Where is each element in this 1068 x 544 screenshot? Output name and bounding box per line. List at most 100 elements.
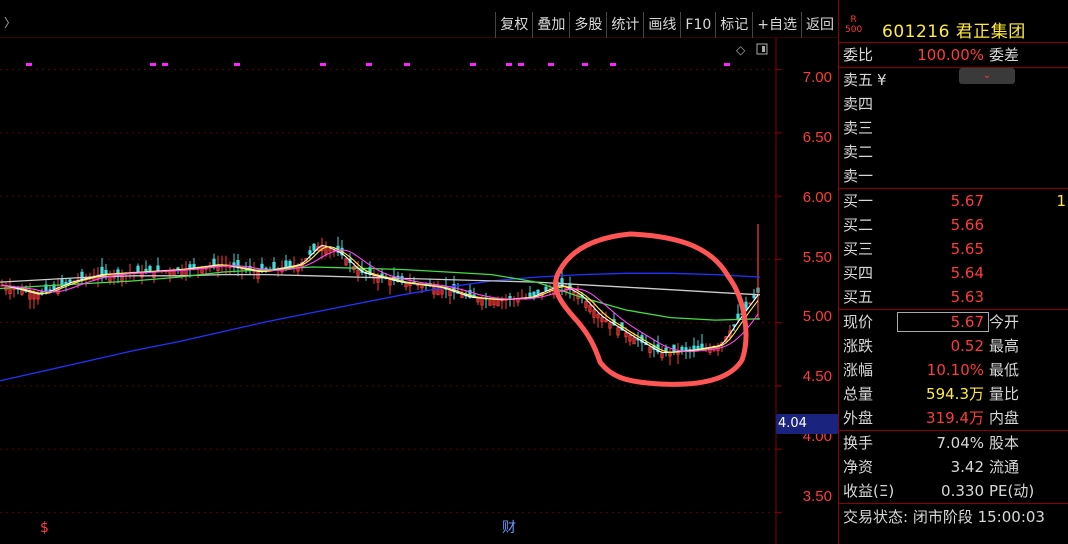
- signal-marker: [470, 63, 476, 66]
- buy-level-row[interactable]: 买五 5.63: [839, 285, 1068, 309]
- stat-value: 0.52: [950, 337, 984, 355]
- back-button[interactable]: 返回: [801, 12, 838, 38]
- candle-body: [188, 264, 192, 269]
- y-tick-label: 3.50: [803, 488, 832, 505]
- trading-status: 交易状态: 闭市阶段 15:00:03: [839, 503, 1068, 529]
- signal-marker: [234, 63, 240, 66]
- dividend-marker[interactable]: $: [40, 520, 49, 536]
- buy-volume: 1: [1056, 192, 1066, 210]
- sell-label: 卖二: [843, 143, 874, 161]
- fundamental-info: 换手 7.04% 股本 净资 3.42 流通 收益(Ξ) 0.330 PE(动): [839, 431, 1068, 503]
- f10-button[interactable]: F10: [680, 12, 715, 38]
- candle-body: [100, 266, 104, 275]
- stat-row-current-price: 现价 5.67 今开: [839, 310, 1068, 334]
- info-row-turnover: 换手 7.04% 股本: [839, 431, 1068, 455]
- signal-markers: [26, 63, 730, 66]
- stat-label: 外盘: [843, 409, 874, 427]
- signal-marker: [150, 63, 156, 66]
- annotation-circle: [553, 231, 749, 387]
- candle-body: [156, 265, 160, 272]
- stat-value: 10.10%: [926, 361, 984, 379]
- info-label: 换手: [843, 434, 874, 452]
- quote-panel: R 500 601216 君正集团 委比 100.00% 委差 ⌄ 卖五 ¥ 卖…: [838, 0, 1068, 544]
- ratio-value: 100.00%: [917, 46, 984, 64]
- mark-button[interactable]: 标记: [715, 12, 752, 38]
- signal-marker: [506, 63, 512, 66]
- stock-title[interactable]: 601216 君正集团: [882, 17, 1026, 42]
- info-label: 收益(Ξ): [843, 482, 895, 500]
- stat-value: 5.67: [950, 313, 984, 331]
- statistics-button[interactable]: 统计: [606, 12, 643, 38]
- price-stats: 现价 5.67 今开 涨跌 0.52 最高 涨幅 10.10% 最低 总量 59…: [839, 310, 1068, 431]
- stat-label2: 最高: [989, 337, 1020, 355]
- buy-label: 买三: [843, 240, 874, 258]
- y-tick-label: 5.50: [803, 249, 832, 266]
- stat-label: 涨幅: [843, 361, 874, 379]
- candle-body: [528, 292, 532, 298]
- overlay-button[interactable]: 叠加: [532, 12, 569, 38]
- chart-grid: [0, 69, 782, 513]
- buy-level-row[interactable]: 买二 5.66: [839, 213, 1068, 237]
- sell-level-row: 卖四: [839, 92, 1068, 116]
- candle-body: [312, 243, 316, 251]
- buy-level-row[interactable]: 买三 5.65: [839, 237, 1068, 261]
- kline-chart-panel[interactable]: 7.00 6.50 6.00 5.50 5.00 4.50 4.00 3.50 …: [0, 38, 838, 544]
- sell-level-row: 卖一: [839, 164, 1068, 188]
- info-label2: 股本: [989, 434, 1020, 452]
- sell-label: 卖三: [843, 119, 874, 137]
- stat-value: 319.4万: [926, 409, 984, 427]
- candle-body: [68, 279, 72, 283]
- order-ratio-row: 委比 100.00% 委差: [839, 43, 1068, 68]
- info-value: 3.42: [950, 458, 984, 476]
- sell-label: 卖四: [843, 95, 874, 113]
- signal-marker: [366, 63, 372, 66]
- margin-badge: R 500: [845, 15, 862, 35]
- sell-level-row: 卖五 ¥: [839, 68, 1068, 92]
- candle-body: [104, 270, 108, 275]
- candle-body: [752, 295, 756, 299]
- candle-body: [284, 260, 288, 268]
- info-label: 净资: [843, 458, 874, 476]
- candle-body: [684, 347, 688, 352]
- buy-label: 买一: [843, 192, 874, 210]
- signal-marker: [26, 63, 32, 66]
- candle-body: [64, 281, 68, 285]
- cursor-price-tag: 4.04: [776, 414, 838, 434]
- sell-level-row: 卖三: [839, 116, 1068, 140]
- buy-level-row[interactable]: 买一 5.67 1: [839, 189, 1068, 213]
- draw-line-button[interactable]: 画线: [643, 12, 680, 38]
- candle-body: [532, 291, 536, 297]
- signal-marker: [610, 63, 616, 66]
- candle-body: [544, 286, 548, 291]
- candle-body: [692, 345, 696, 351]
- candle-body: [148, 265, 152, 272]
- y-tick-label: 4.50: [803, 368, 832, 385]
- stat-label: 涨跌: [843, 337, 874, 355]
- buy-label: 买五: [843, 288, 874, 306]
- moving-average-lines: [0, 245, 761, 382]
- ratio-label: 委比: [843, 46, 874, 64]
- buy-level-row[interactable]: 买四 5.64: [839, 261, 1068, 285]
- fuquan-button[interactable]: 复权: [495, 12, 532, 38]
- buy-price: 5.64: [950, 264, 984, 282]
- badge-letter: R: [850, 15, 857, 25]
- candle-body: [288, 260, 292, 267]
- kline-chart[interactable]: 7.00 6.50 6.00 5.50 5.00 4.50 4.00 3.50 …: [0, 38, 838, 544]
- candle-body: [700, 343, 704, 349]
- info-row-net-assets: 净资 3.42 流通: [839, 455, 1068, 479]
- add-watchlist-button[interactable]: +自选: [752, 12, 801, 38]
- badge-number: 500: [845, 25, 863, 35]
- currency-icon: ¥: [877, 71, 887, 89]
- y-tick-label: 7.00: [803, 69, 832, 86]
- multi-stock-button[interactable]: 多股: [569, 12, 606, 38]
- financial-report-marker[interactable]: 财: [502, 520, 516, 536]
- info-label2: 流通: [989, 458, 1020, 476]
- expand-arrow-icon[interactable]: 〉: [4, 14, 16, 31]
- candle-body: [308, 250, 312, 255]
- buy-price: 5.67: [950, 192, 984, 210]
- sell-levels: 卖五 ¥ 卖四 卖三 卖二 卖一: [839, 68, 1068, 189]
- diamond-icon[interactable]: ◇: [736, 43, 746, 57]
- info-value: 0.330: [941, 482, 984, 500]
- buy-label: 买四: [843, 264, 874, 282]
- candle-body: [116, 269, 120, 274]
